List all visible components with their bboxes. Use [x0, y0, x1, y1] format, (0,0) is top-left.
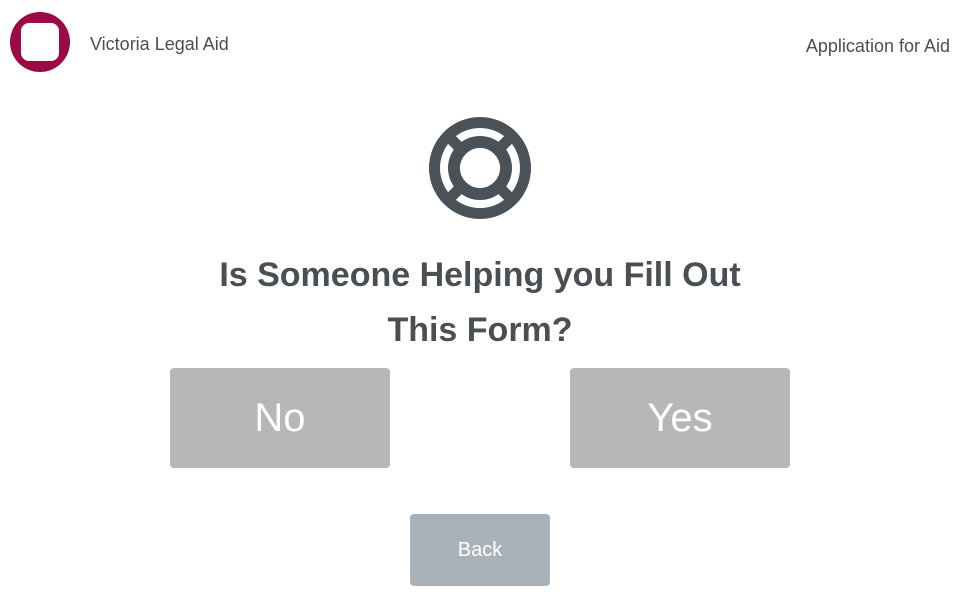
help-question-page: Victoria Legal Aid Application for Aid I…	[0, 0, 960, 600]
section-title: Application for Aid	[805, 36, 950, 56]
logo-inner-square	[21, 23, 59, 61]
lifebuoy-icon	[429, 117, 531, 219]
org-name: Victoria Legal Aid	[90, 34, 229, 54]
no-button[interactable]: No	[170, 368, 390, 468]
question-line-2: This Form?	[387, 311, 573, 349]
yes-button[interactable]: Yes	[570, 368, 790, 468]
help-question-heading: Is Someone Helping you Fill Out This For…	[0, 248, 960, 358]
question-line-1: Is Someone Helping you Fill Out	[219, 256, 741, 294]
victoria-legal-aid-logo-icon	[10, 12, 70, 72]
back-button[interactable]: Back	[410, 514, 550, 586]
